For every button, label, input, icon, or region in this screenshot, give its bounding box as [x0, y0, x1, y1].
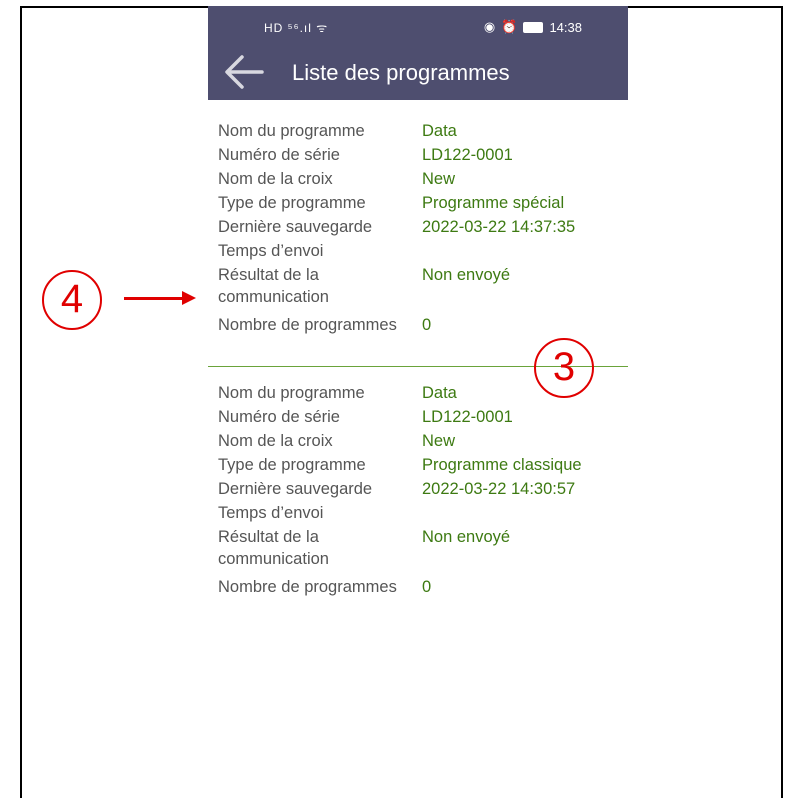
- row-label: Temps d’envoi: [218, 242, 324, 260]
- eye-icon: ◉: [483, 19, 496, 34]
- row-label: Dernière sauvegarde: [218, 218, 373, 236]
- page-title: Liste des programmes: [292, 60, 510, 85]
- row-value: Non envoyé: [422, 528, 511, 546]
- row-value: Non envoyé: [422, 266, 511, 284]
- row-label: Nombre de programmes: [218, 578, 397, 596]
- annotation-marker-3: 3: [534, 338, 594, 398]
- row-value: New: [422, 432, 456, 450]
- alarm-icon: ⏰: [501, 19, 518, 34]
- annotation-marker-4: 4: [42, 270, 102, 330]
- back-arrow-button[interactable]: [222, 52, 266, 92]
- row-value: LD122-0001: [422, 146, 513, 164]
- row-value: Data: [422, 122, 457, 140]
- status-right-group: ◉ ⏰ 14:38: [484, 19, 582, 35]
- row-value: New: [422, 170, 456, 188]
- row-label: Nombre de programmes: [218, 316, 397, 334]
- row-label: Type de programme: [218, 194, 366, 212]
- row-label: Numéro de série: [218, 146, 340, 164]
- row-label: Nom du programme: [218, 384, 365, 402]
- row-value: 0: [422, 316, 432, 334]
- program-entry-2[interactable]: Nom du programme Data Numéro de série LD…: [208, 367, 628, 628]
- row-value: 2022-03-22 14:37:35: [422, 218, 576, 236]
- annotation-arrowhead: [182, 291, 196, 305]
- row-label: Nom du programme: [218, 122, 365, 140]
- row-label: Temps d’envoi: [218, 504, 324, 522]
- clock-time: 14:38: [549, 19, 582, 35]
- status-bar: HD ⁵⁶.ıl ᯤ ◉ ⏰ 14:38: [208, 6, 628, 46]
- row-value: Programme spécial: [422, 194, 565, 212]
- app-bar: HD ⁵⁶.ıl ᯤ ◉ ⏰ 14:38 Liste des programme…: [208, 6, 628, 100]
- battery-icon: [523, 21, 544, 33]
- row-label: Résultat de la communication: [218, 266, 329, 306]
- row-value: Data: [422, 384, 457, 402]
- row-value: 2022-03-22 14:30:57: [422, 480, 576, 498]
- phone-screen: HD ⁵⁶.ıl ᯤ ◉ ⏰ 14:38 Liste des programme…: [208, 6, 628, 628]
- row-label: Nom de la croix: [218, 170, 333, 188]
- row-label: Résultat de la communication: [218, 528, 329, 568]
- row-label: Dernière sauvegarde: [218, 480, 373, 498]
- signal-wifi-status: HD ⁵⁶.ıl ᯤ: [264, 21, 329, 35]
- row-label: Type de programme: [218, 456, 366, 474]
- row-label: Numéro de série: [218, 408, 340, 426]
- row-value: LD122-0001: [422, 408, 513, 426]
- row-label: Nom de la croix: [218, 432, 333, 450]
- row-value: 0: [422, 578, 432, 596]
- row-value: Programme classique: [422, 456, 582, 474]
- annotation-arrow: [124, 297, 184, 300]
- back-arrow-icon: [225, 55, 264, 89]
- program-entry-1[interactable]: Nom du programme Data Numéro de série LD…: [208, 100, 628, 366]
